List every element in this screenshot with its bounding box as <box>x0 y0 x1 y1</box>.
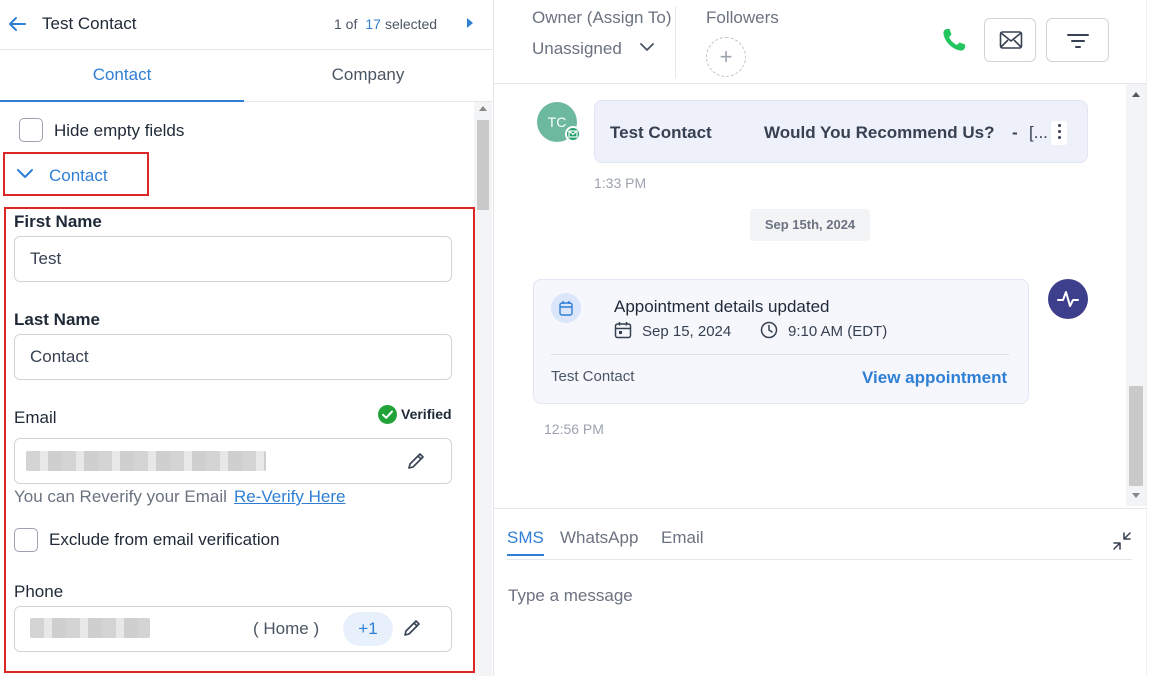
tab-whatsapp[interactable]: WhatsApp <box>560 528 638 554</box>
appointment-timestamp: 12:56 PM <box>544 421 604 437</box>
followers-label: Followers <box>706 8 779 27</box>
scroll-up-arrow-icon[interactable] <box>1132 92 1140 97</box>
message-sender: Test Contact <box>610 123 712 142</box>
pager-suffix: selected <box>384 16 438 32</box>
filter-button[interactable] <box>1046 18 1109 62</box>
email-label: Email <box>14 408 57 427</box>
email-redacted <box>26 451 266 471</box>
appointment-contact: Test Contact <box>551 368 635 385</box>
check-circle-icon <box>378 405 397 424</box>
message-preview: [... <box>1029 123 1048 142</box>
pager-total[interactable]: 17 <box>365 16 381 32</box>
kebab-menu-icon[interactable] <box>1051 121 1067 145</box>
scroll-down-arrow-icon[interactable] <box>1132 493 1140 498</box>
appointment-card: Appointment details updated Sep 15, 2024… <box>533 279 1029 404</box>
detail-tabs: Contact Company <box>0 50 494 102</box>
message-composer: SMS WhatsApp Email <box>494 508 1146 676</box>
owner-select[interactable]: Unassigned <box>532 39 622 59</box>
more-phones-button[interactable]: +1 <box>343 612 393 646</box>
add-follower-button[interactable]: + <box>706 37 746 77</box>
tab-contact[interactable]: Contact <box>0 50 244 102</box>
verified-badge: Verified <box>401 406 452 422</box>
envelope-icon <box>999 31 1023 49</box>
message-input[interactable] <box>508 581 1108 611</box>
appointment-time: 9:10 AM (EDT) <box>788 323 888 340</box>
calendar-icon <box>559 301 573 316</box>
edit-email-pencil-icon[interactable] <box>405 450 427 472</box>
card-divider <box>551 354 1009 355</box>
scroll-up-arrow-icon[interactable] <box>479 106 487 111</box>
edit-phone-pencil-icon[interactable] <box>401 617 423 639</box>
caret-right-icon[interactable] <box>465 16 475 30</box>
conversation-scrollbar[interactable] <box>1126 84 1146 506</box>
date-divider: Sep 15th, 2024 <box>750 209 870 241</box>
calendar-icon <box>614 322 632 339</box>
last-name-field[interactable]: Contact <box>14 334 452 380</box>
phone-label: Phone <box>14 582 64 601</box>
reverify-link[interactable]: Re-Verify Here <box>234 487 345 507</box>
chevron-down-icon[interactable] <box>16 168 34 180</box>
right-edge-strip <box>1146 0 1154 676</box>
first-name-field[interactable]: Test <box>14 236 452 282</box>
email-button[interactable] <box>984 18 1036 62</box>
activity-pulse-icon <box>1057 291 1079 307</box>
filter-icon <box>1067 34 1089 48</box>
phone-icon[interactable] <box>940 26 968 54</box>
appointment-date: Sep 15, 2024 <box>642 323 732 340</box>
hide-empty-label: Hide empty fields <box>54 121 185 140</box>
email-channel-icon <box>565 126 581 142</box>
contact-details-panel: Test Contact 1 of 17 selected Contact Comp… <box>0 0 494 676</box>
arrow-left-icon[interactable] <box>6 13 28 35</box>
exclude-verification-checkbox[interactable] <box>14 528 38 552</box>
exclude-verification-label: Exclude from email verification <box>49 530 280 549</box>
clock-icon <box>760 321 778 339</box>
activity-avatar <box>1048 279 1088 319</box>
tab-company[interactable]: Company <box>246 50 490 102</box>
appointment-title: Appointment details updated <box>614 297 830 316</box>
tab-email[interactable]: Email <box>661 528 704 554</box>
header-divider <box>675 6 676 78</box>
message-dash: - <box>1012 123 1018 142</box>
scroll-thumb[interactable] <box>1129 386 1143 486</box>
section-contact-toggle[interactable]: Contact <box>49 166 108 186</box>
conversation-header: Owner (Assign To) Unassigned Followers + <box>494 0 1146 84</box>
pager-prefix: 1 of <box>334 16 358 32</box>
message-subject: Would You Recommend Us? <box>764 123 995 142</box>
reverify-text: You can Reverify your Email <box>14 487 227 506</box>
hide-empty-checkbox[interactable] <box>19 118 43 142</box>
contact-title: Test Contact <box>42 14 137 33</box>
conversation-panel: Owner (Assign To) Unassigned Followers +… <box>494 0 1154 676</box>
phone-type: ( Home ) <box>253 619 320 638</box>
message-timestamp: 1:33 PM <box>594 175 647 191</box>
tab-sms[interactable]: SMS <box>507 528 544 556</box>
phone-redacted <box>30 618 150 638</box>
owner-label: Owner (Assign To) <box>532 8 672 27</box>
view-appointment-link[interactable]: View appointment <box>862 368 1007 388</box>
left-scrollbar[interactable] <box>474 102 492 676</box>
composer-divider <box>506 559 1132 560</box>
scroll-thumb[interactable] <box>477 120 489 210</box>
chevron-down-icon[interactable] <box>640 42 654 52</box>
calendar-badge <box>551 293 581 323</box>
first-name-label: First Name <box>14 212 102 231</box>
contact-topbar: Test Contact 1 of 17 selected <box>0 0 494 50</box>
pager: 1 of 17 selected <box>334 16 437 32</box>
last-name-label: Last Name <box>14 310 100 329</box>
message-bubble[interactable]: Test Contact Would You Recommend Us? - [… <box>594 100 1088 163</box>
collapse-icon[interactable] <box>1112 531 1132 551</box>
